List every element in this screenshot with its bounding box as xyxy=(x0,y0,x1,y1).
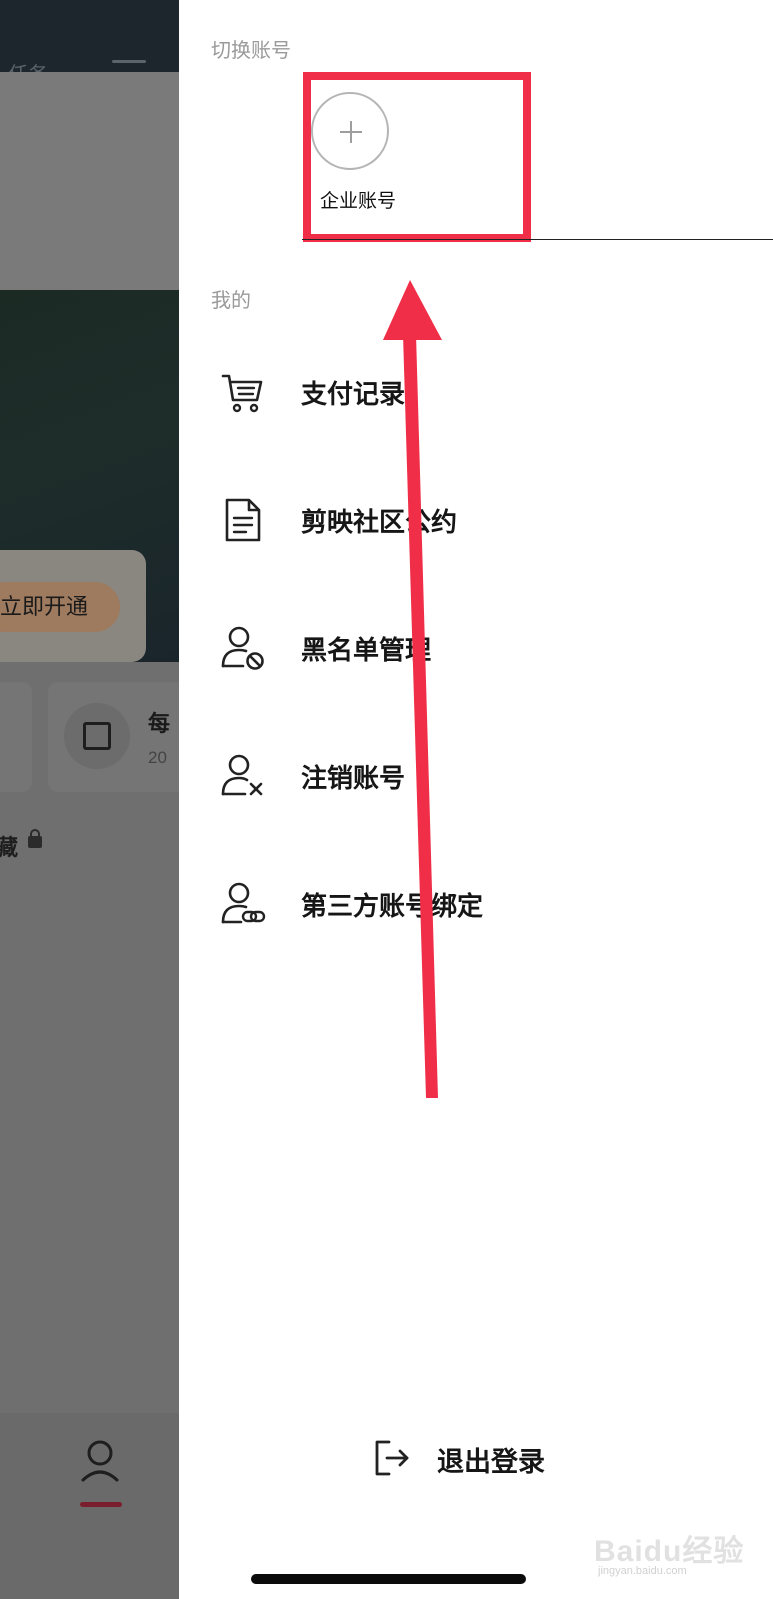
background-page: 任务 立即开通 每 20 藏 xyxy=(0,0,179,1599)
divider xyxy=(302,239,773,240)
user-remove-icon xyxy=(221,754,263,796)
background-top-bar: 任务 xyxy=(0,0,179,86)
logout-label: 退出登录 xyxy=(437,1447,545,1477)
profile-tab-icon[interactable] xyxy=(80,1440,120,1482)
menu-item-label: 黑名单管理 xyxy=(301,635,432,665)
menu-item-community-rules[interactable]: 剪映社区公约 xyxy=(179,478,773,558)
home-indicator[interactable] xyxy=(251,1574,526,1584)
shopping-cart-icon xyxy=(221,374,263,413)
menu-item-third-party-binding[interactable]: 第三方账号绑定 xyxy=(179,862,773,942)
baidu-watermark-url: jingyan.baidu.com xyxy=(598,1565,687,1577)
switch-account-heading: 切换账号 xyxy=(211,40,291,62)
baidu-watermark: Baidu经验 xyxy=(594,1535,745,1568)
menu-item-label: 剪映社区公约 xyxy=(301,507,458,537)
menu-item-label: 注销账号 xyxy=(301,763,406,793)
mine-heading: 我的 xyxy=(211,290,251,312)
favorites-label: 藏 xyxy=(0,835,19,860)
vip-open-button[interactable]: 立即开通 xyxy=(0,582,120,632)
background-tile xyxy=(0,682,32,792)
logout-icon xyxy=(375,1440,409,1476)
menu-item-label: 第三方账号绑定 xyxy=(301,891,484,921)
annotation-highlight-box xyxy=(303,72,531,242)
menu-item-label: 支付记录 xyxy=(301,379,406,409)
lock-icon xyxy=(28,829,42,848)
user-block-icon xyxy=(221,626,264,670)
document-icon xyxy=(225,498,261,542)
menu-item-blacklist[interactable]: 黑名单管理 xyxy=(179,606,773,686)
checkin-icon xyxy=(64,703,130,769)
menu-item-payment-records[interactable]: 支付记录 xyxy=(179,350,773,430)
background-header-area xyxy=(0,72,179,290)
tile-title: 每 xyxy=(148,711,171,736)
menu-icon xyxy=(112,60,146,63)
active-tab-indicator xyxy=(80,1502,122,1507)
tile-subtitle: 20 xyxy=(148,748,167,767)
user-link-icon xyxy=(221,882,266,924)
menu-item-deactivate-account[interactable]: 注销账号 xyxy=(179,734,773,814)
side-drawer: 切换账号 企业账号 我的 支付记录 剪映社区公约 黑名单管理 注销账号 第三方账… xyxy=(179,0,773,1599)
